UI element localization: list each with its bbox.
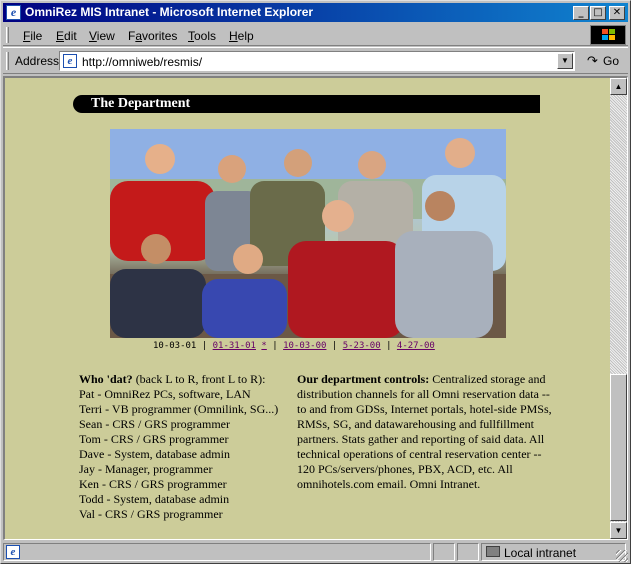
controls-title: Our department controls: — [297, 372, 430, 386]
address-bar: Address e http://omniweb/resmis/ ▼ ↷ Go — [3, 47, 628, 74]
security-zone-label: Local intranet — [504, 546, 577, 560]
menu-favorites[interactable]: Favorites — [128, 29, 177, 43]
address-url[interactable]: http://omniweb/resmis/ — [82, 55, 202, 69]
team-member: Val - CRS / GRS programmer — [79, 507, 223, 521]
scroll-up-button[interactable]: ▲ — [610, 78, 627, 95]
menu-bar: File Edit View Favorites Tools Help — [3, 24, 628, 46]
photo-date-link[interactable]: * — [261, 341, 266, 351]
team-member: Jay - Manager, programmer — [79, 462, 213, 476]
status-panel — [457, 543, 479, 561]
go-arrow-icon: ↷ — [587, 53, 598, 68]
menu-tools[interactable]: Tools — [188, 29, 216, 43]
team-member: Pat - OmniRez PCs, software, LAN — [79, 387, 251, 401]
photo-date-link[interactable]: 10-03-00 — [283, 341, 326, 351]
team-member: Ken - CRS / GRS programmer — [79, 477, 227, 491]
close-button[interactable]: ✕ — [609, 6, 625, 20]
menu-edit[interactable]: Edit — [56, 29, 77, 43]
content-viewport: The Department 10-03-01 | 01-31-01 * | 1… — [3, 76, 628, 540]
photo-date-link[interactable]: 5-23-00 — [343, 341, 381, 351]
status-text-panel: e — [3, 543, 431, 561]
department-photo — [110, 129, 506, 338]
title-bar[interactable]: e OmniRez MIS Intranet - Microsoft Inter… — [3, 3, 628, 22]
maximize-button[interactable]: □ — [590, 6, 606, 20]
team-member: Terri - VB programmer (Omnilink, SG...) — [79, 402, 279, 416]
photo-date-links: 10-03-01 | 01-31-01 * | 10-03-00 | 5-23-… — [153, 341, 435, 351]
who-dat-column: Who 'dat? (back L to R, front L to R): P… — [79, 372, 291, 522]
page-content: The Department 10-03-01 | 01-31-01 * | 1… — [5, 78, 610, 539]
team-member: Todd - System, database admin — [79, 492, 230, 506]
ie-page-icon: e — [6, 545, 20, 559]
address-label: Address — [15, 54, 60, 68]
browser-window: e OmniRez MIS Intranet - Microsoft Inter… — [0, 0, 631, 564]
team-member: Tom - CRS / GRS programmer — [79, 432, 229, 446]
section-heading: The Department — [73, 95, 540, 113]
department-controls-column: Our department controls: Centralized sto… — [297, 372, 553, 492]
controls-text: Centralized storage and distribution cha… — [297, 372, 552, 491]
ie-logo-icon[interactable]: e — [6, 5, 21, 20]
menu-file[interactable]: File — [23, 29, 42, 43]
go-button[interactable]: ↷ Go — [583, 52, 625, 70]
window-title: OmniRez MIS Intranet - Microsoft Interne… — [25, 5, 314, 19]
address-input[interactable]: e http://omniweb/resmis/ ▼ — [59, 51, 575, 71]
scroll-thumb[interactable] — [610, 374, 627, 521]
team-member: Sean - CRS / GRS programmer — [79, 417, 230, 431]
resize-grip[interactable] — [616, 550, 628, 562]
page-icon: e — [63, 54, 77, 68]
intranet-zone-icon — [486, 546, 500, 557]
address-dropdown-button[interactable]: ▼ — [557, 53, 573, 69]
toolbar-grip[interactable] — [6, 52, 9, 70]
menu-help[interactable]: Help — [229, 29, 254, 43]
vertical-scrollbar[interactable]: ▲ ▼ — [610, 78, 627, 539]
photo-date-current: 10-03-01 — [153, 341, 197, 351]
minimize-button[interactable]: _ — [573, 6, 589, 20]
section-heading-text: The Department — [91, 96, 191, 111]
windows-logo-icon — [590, 25, 626, 45]
department-photo-illustration — [110, 129, 506, 338]
status-bar: e Local intranet — [3, 542, 628, 562]
menu-view[interactable]: View — [89, 29, 115, 43]
security-zone-panel: Local intranet — [481, 543, 626, 561]
who-dat-header: Who 'dat? (back L to R, front L to R): — [79, 372, 266, 386]
team-member: Dave - System, database admin — [79, 447, 230, 461]
photo-date-link[interactable]: 01-31-01 — [213, 341, 256, 351]
scroll-down-button[interactable]: ▼ — [610, 522, 627, 539]
status-panel — [433, 543, 455, 561]
photo-date-link[interactable]: 4-27-00 — [397, 341, 435, 351]
toolbar-grip[interactable] — [6, 27, 9, 43]
